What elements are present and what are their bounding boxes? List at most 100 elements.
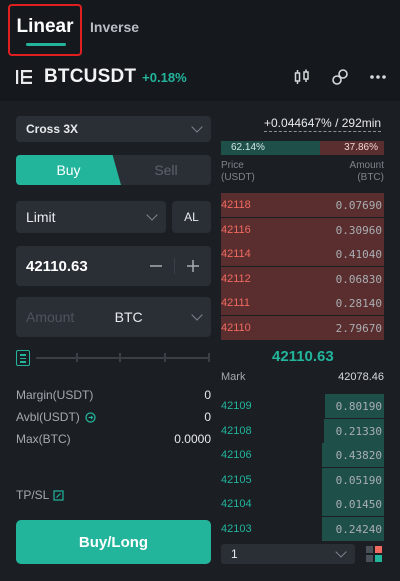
tab-linear-label: Linear xyxy=(16,16,74,37)
more-options-icon[interactable] xyxy=(368,67,388,87)
depth-step-value: 1 xyxy=(231,547,238,561)
max-row: Max(BTC) 0.0000 xyxy=(16,430,211,448)
symbol-name[interactable]: BTCUSDT xyxy=(44,66,136,88)
row-amount: 0.80190 xyxy=(335,400,382,413)
al-button[interactable]: AL xyxy=(172,201,211,233)
ask-row[interactable]: 42116 0.30960 xyxy=(221,217,384,242)
slider-tick xyxy=(119,353,121,362)
avbl-value: 0 xyxy=(204,410,211,424)
slider-tick xyxy=(208,353,210,362)
ask-row[interactable]: 42114 0.41040 xyxy=(221,242,384,267)
chevron-down-icon xyxy=(191,121,203,133)
row-price: 42109 xyxy=(221,400,252,412)
row-price: 42106 xyxy=(221,449,252,462)
max-label: Max(BTC) xyxy=(16,432,71,446)
margin-mode-select[interactable]: Cross 3X xyxy=(16,116,211,142)
book-layout-icon[interactable] xyxy=(366,546,382,562)
margin-row: Margin(USDT) 0 xyxy=(16,386,211,404)
row-price: 42111 xyxy=(221,297,250,310)
chevron-down-icon xyxy=(146,209,158,221)
active-tab-underline xyxy=(26,43,66,46)
price-stepper xyxy=(148,258,201,274)
row-price: 42116 xyxy=(221,223,251,236)
depth-step-select[interactable]: 1 xyxy=(221,544,355,564)
slider-handle[interactable] xyxy=(16,350,30,366)
bid-row[interactable]: 42105 0.05190 xyxy=(221,467,384,492)
buy-sell-ratio: 62.14% 37.86% xyxy=(221,141,384,155)
row-price: 42112 xyxy=(221,272,251,285)
row-price: 42118 xyxy=(221,199,251,211)
price-input[interactable]: 42110.63 xyxy=(16,246,211,286)
mark-price-row: Mark 42078.46 xyxy=(221,371,384,383)
pairs-menu-icon[interactable] xyxy=(16,68,38,86)
sell-ratio: 37.86% xyxy=(320,141,384,155)
tab-linear[interactable]: Linear xyxy=(8,4,82,56)
row-amount: 0.06830 xyxy=(335,272,382,286)
row-amount: 0.21330 xyxy=(335,424,382,438)
row-amount: 0.05190 xyxy=(335,473,382,487)
row-amount: 2.79670 xyxy=(335,322,382,335)
margin-label: Margin(USDT) xyxy=(16,388,94,402)
row-price: 42104 xyxy=(221,498,252,511)
chevron-down-icon xyxy=(191,309,203,321)
margin-value: 0 xyxy=(204,388,211,402)
amount-unit-select[interactable]: BTC xyxy=(115,309,143,325)
row-amount: 0.28140 xyxy=(335,297,382,311)
amount-slider[interactable] xyxy=(16,350,211,366)
bid-row[interactable]: 42104 0.01450 xyxy=(221,492,384,517)
slider-tick xyxy=(76,353,78,362)
link-icon[interactable] xyxy=(330,67,350,87)
row-price: 42103 xyxy=(221,523,252,535)
available-row: Avbl(USDT) 0 xyxy=(16,408,211,426)
amount-input[interactable]: Amount BTC xyxy=(16,297,211,337)
mark-value: 42078.46 xyxy=(338,371,384,383)
amount-header-label: Amount xyxy=(349,160,384,171)
ask-row[interactable]: 42110 2.79670 xyxy=(221,316,384,340)
ask-row[interactable]: 42111 0.28140 xyxy=(221,291,384,316)
transfer-icon[interactable] xyxy=(85,411,96,423)
row-amount: 0.30960 xyxy=(335,223,382,237)
tpsl-label: TP/SL xyxy=(16,488,50,502)
plus-icon[interactable] xyxy=(185,258,201,274)
row-amount: 0.07690 xyxy=(335,199,382,212)
last-price: 42110.63 xyxy=(272,348,334,365)
contract-type-tabs: Linear Inverse xyxy=(8,4,139,56)
row-price: 42108 xyxy=(221,424,252,437)
slider-tick xyxy=(164,353,166,362)
bid-row[interactable]: 42109 0.80190 xyxy=(221,394,384,418)
bid-row[interactable]: 42103 0.24240 xyxy=(221,517,384,541)
row-amount: 0.41040 xyxy=(335,248,382,262)
order-type-value: Limit xyxy=(26,209,56,225)
ask-row[interactable]: 42118 0.07690 xyxy=(221,193,384,217)
buy-tab[interactable]: Buy xyxy=(16,155,121,185)
row-price: 42110 xyxy=(221,322,251,334)
price-header: Price (USDT) xyxy=(221,160,255,184)
symbol-bar: BTCUSDT +0.18% xyxy=(16,62,388,92)
funding-rate[interactable]: +0.044647% / 292min xyxy=(264,116,382,132)
mark-label: Mark xyxy=(221,371,246,383)
stepper-divider xyxy=(174,258,175,274)
tab-inverse[interactable]: Inverse xyxy=(90,19,139,35)
candlestick-chart-icon[interactable] xyxy=(292,67,312,87)
order-type-select[interactable]: Limit xyxy=(16,201,166,233)
amount-header: Amount (BTC) xyxy=(350,160,384,184)
sell-tab[interactable]: Sell xyxy=(121,155,211,185)
row-amount: 0.24240 xyxy=(335,523,382,536)
tpsl-toggle[interactable]: TP/SL xyxy=(16,488,64,502)
bid-row[interactable]: 42108 0.21330 xyxy=(221,418,384,443)
buy-long-button[interactable]: Buy/Long xyxy=(16,520,211,564)
row-price: 42114 xyxy=(221,248,251,261)
minus-icon[interactable] xyxy=(148,258,164,274)
margin-mode-value: Cross 3X xyxy=(26,122,79,136)
ask-row[interactable]: 42112 0.06830 xyxy=(221,266,384,291)
buy-sell-toggle: Buy Sell xyxy=(16,155,211,185)
max-value: 0.0000 xyxy=(174,432,211,446)
slider-track xyxy=(36,357,209,359)
bid-row[interactable]: 42106 0.43820 xyxy=(221,443,384,468)
price-change: +0.18% xyxy=(142,69,187,85)
chevron-down-icon xyxy=(335,546,347,558)
avbl-label: Avbl(USDT) xyxy=(16,410,80,424)
amount-placeholder: Amount xyxy=(26,309,75,325)
buy-ratio: 62.14% xyxy=(221,141,321,155)
edit-icon xyxy=(53,489,64,501)
